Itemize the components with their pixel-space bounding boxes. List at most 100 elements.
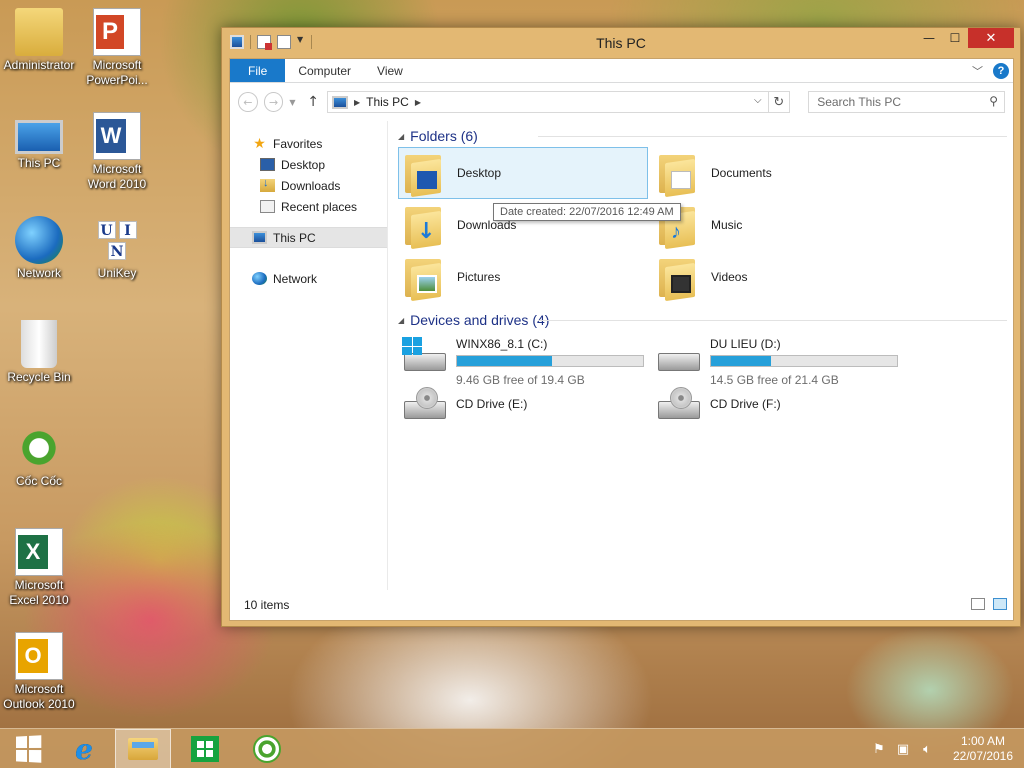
- user-folder-icon: [15, 8, 63, 56]
- desktop-icon-administrator[interactable]: Administrator: [0, 8, 78, 73]
- file-explorer-icon: [128, 738, 158, 760]
- title-bar[interactable]: ▼ This PC — ☐ ✕: [222, 28, 1020, 58]
- collapse-icon[interactable]: ◢: [398, 132, 404, 141]
- drive-f[interactable]: CD Drive (F:): [652, 381, 906, 425]
- desktop-icon-unikey[interactable]: U I N UniKey: [78, 216, 156, 281]
- computer-icon: [15, 120, 63, 154]
- nav-downloads[interactable]: Downloads: [230, 175, 387, 196]
- collapse-icon[interactable]: ◢: [398, 316, 404, 325]
- drive-usage-fill: [457, 356, 553, 366]
- explorer-frame: File Computer View ﹀ ? ← → ▼ ↑ ▶ This PC…: [229, 58, 1014, 621]
- nav-favorites[interactable]: ★ Favorites: [230, 133, 387, 154]
- folder-pictures[interactable]: Pictures: [398, 251, 648, 303]
- desktop-icon-this-pc[interactable]: This PC: [0, 112, 78, 171]
- back-button[interactable]: ←: [238, 92, 258, 112]
- pictures-folder-icon: [403, 255, 449, 302]
- drive-usage-bar: [456, 355, 644, 367]
- flag-icon[interactable]: ⚑: [870, 742, 888, 757]
- drives-grid: WINX86_8.1 (C:) 9.46 GB free of 19.4 GB …: [398, 331, 1013, 425]
- coccoc-icon: [15, 424, 63, 472]
- system-tray: ⚑ ▣ 🔈︎ 1:00 AM 22/07/2016: [870, 729, 1024, 768]
- maximize-button[interactable]: ☐: [942, 28, 968, 48]
- tab-computer[interactable]: Computer: [285, 59, 364, 82]
- downloads-folder-icon: ↓: [403, 203, 449, 250]
- clock-date: 22/07/2016: [952, 749, 1014, 763]
- desktop-icon-excel[interactable]: Microsoft Excel 2010: [0, 528, 78, 608]
- tab-view[interactable]: View: [364, 59, 416, 82]
- drive-d[interactable]: DU LIEU (D:) 14.5 GB free of 21.4 GB: [652, 331, 906, 387]
- drive-usage-fill: [711, 356, 771, 366]
- taskbar-store[interactable]: [177, 729, 233, 768]
- folder-documents[interactable]: Documents: [652, 147, 902, 199]
- drive-c[interactable]: WINX86_8.1 (C:) 9.46 GB free of 19.4 GB: [398, 331, 652, 387]
- coccoc-icon: [253, 735, 281, 763]
- nav-network[interactable]: Network: [230, 268, 387, 289]
- expand-ribbon-icon[interactable]: ﹀: [972, 63, 983, 79]
- folders-group-header[interactable]: ◢ Folders (6): [398, 125, 1013, 147]
- breadcrumb-separator-icon[interactable]: ▶: [415, 98, 421, 107]
- address-row: ← → ▼ ↑ ▶ This PC ▶ ⌵ ↻ Search This PC ⚲: [230, 83, 1013, 121]
- folder-videos[interactable]: Videos: [652, 251, 902, 303]
- store-icon: [191, 736, 219, 762]
- search-placeholder: Search This PC: [817, 95, 901, 109]
- folder-desktop[interactable]: Desktop: [398, 147, 648, 199]
- breadcrumb-this-pc[interactable]: This PC: [366, 95, 409, 109]
- large-icons-view-icon[interactable]: [993, 598, 1007, 610]
- desktop-icon-powerpoint[interactable]: Microsoft PowerPoi...: [78, 8, 156, 88]
- videos-folder-icon: [657, 255, 703, 302]
- network-globe-icon: [15, 216, 63, 264]
- computer-icon: [252, 231, 267, 244]
- details-view-icon[interactable]: [971, 598, 985, 610]
- desktop-icon-word[interactable]: Microsoft Word 2010: [78, 112, 156, 192]
- taskbar-file-explorer[interactable]: [115, 729, 171, 768]
- volume-icon[interactable]: 🔈︎: [918, 742, 936, 757]
- tab-file[interactable]: File: [230, 59, 286, 82]
- nav-desktop[interactable]: Desktop: [230, 154, 387, 175]
- taskbar: e ⚑ ▣ 🔈︎ 1:00 AM 22/07/2016: [0, 728, 1024, 768]
- clock[interactable]: 1:00 AM 22/07/2016: [942, 734, 1024, 764]
- desktop-icon-network[interactable]: Network: [0, 216, 78, 281]
- taskbar-coccoc[interactable]: [239, 729, 295, 768]
- drive-e[interactable]: CD Drive (E:): [398, 381, 652, 425]
- clock-time: 1:00 AM: [960, 734, 1006, 748]
- drive-usage-bar: [710, 355, 898, 367]
- content-area: ★ Favorites Desktop Downloads Recent pla…: [230, 121, 1013, 590]
- start-button[interactable]: [0, 729, 56, 768]
- hard-drive-icon: [656, 337, 702, 375]
- up-button[interactable]: ↑: [305, 94, 321, 110]
- desktop-icon-outlook[interactable]: Microsoft Outlook 2010: [0, 632, 78, 712]
- taskbar-internet-explorer[interactable]: e: [56, 729, 112, 768]
- search-icon[interactable]: ⚲: [989, 94, 998, 108]
- desktop-folder-icon: [403, 151, 449, 198]
- desktop-icon-coccoc[interactable]: Cốc Cốc: [0, 424, 78, 489]
- nav-this-pc[interactable]: This PC: [230, 227, 387, 248]
- address-dropdown-icon[interactable]: ⌵: [754, 95, 762, 106]
- refresh-button[interactable]: ↻: [768, 91, 791, 113]
- status-bar: 10 items: [230, 590, 1013, 620]
- cd-drive-icon: [656, 385, 702, 423]
- search-input[interactable]: Search This PC ⚲: [808, 91, 1005, 113]
- internet-explorer-icon: e: [75, 732, 93, 766]
- network-globe-icon: [252, 272, 267, 285]
- recent-places-icon: [260, 200, 275, 213]
- ribbon-right: ﹀ ?: [972, 63, 1009, 79]
- recent-locations-icon[interactable]: ▼: [289, 98, 299, 107]
- ribbon-tabs: File Computer View ﹀ ?: [230, 59, 1013, 83]
- desktop-icon: [260, 158, 275, 171]
- item-count: 10 items: [244, 598, 290, 612]
- nav-recent-places[interactable]: Recent places: [230, 196, 387, 217]
- window-title: This PC: [596, 35, 646, 51]
- folders-grid: Desktop Documents ↓ Downloads ♪ Music Pi…: [398, 147, 1013, 303]
- windows-logo-icon: [16, 735, 42, 763]
- forward-button[interactable]: →: [263, 92, 284, 112]
- folder-music[interactable]: ♪ Music: [652, 199, 902, 251]
- network-status-icon[interactable]: ▣: [894, 742, 912, 757]
- help-icon[interactable]: ?: [993, 63, 1009, 79]
- drives-group-header[interactable]: ◢ Devices and drives (4): [398, 309, 1013, 331]
- address-bar[interactable]: ▶ This PC ▶ ⌵: [326, 91, 769, 113]
- desktop-icon-recycle-bin[interactable]: Recycle Bin: [0, 320, 78, 385]
- downloads-icon: [260, 177, 275, 192]
- minimize-button[interactable]: —: [916, 28, 942, 48]
- breadcrumb-separator-icon[interactable]: ▶: [354, 98, 360, 107]
- close-button[interactable]: ✕: [968, 28, 1014, 48]
